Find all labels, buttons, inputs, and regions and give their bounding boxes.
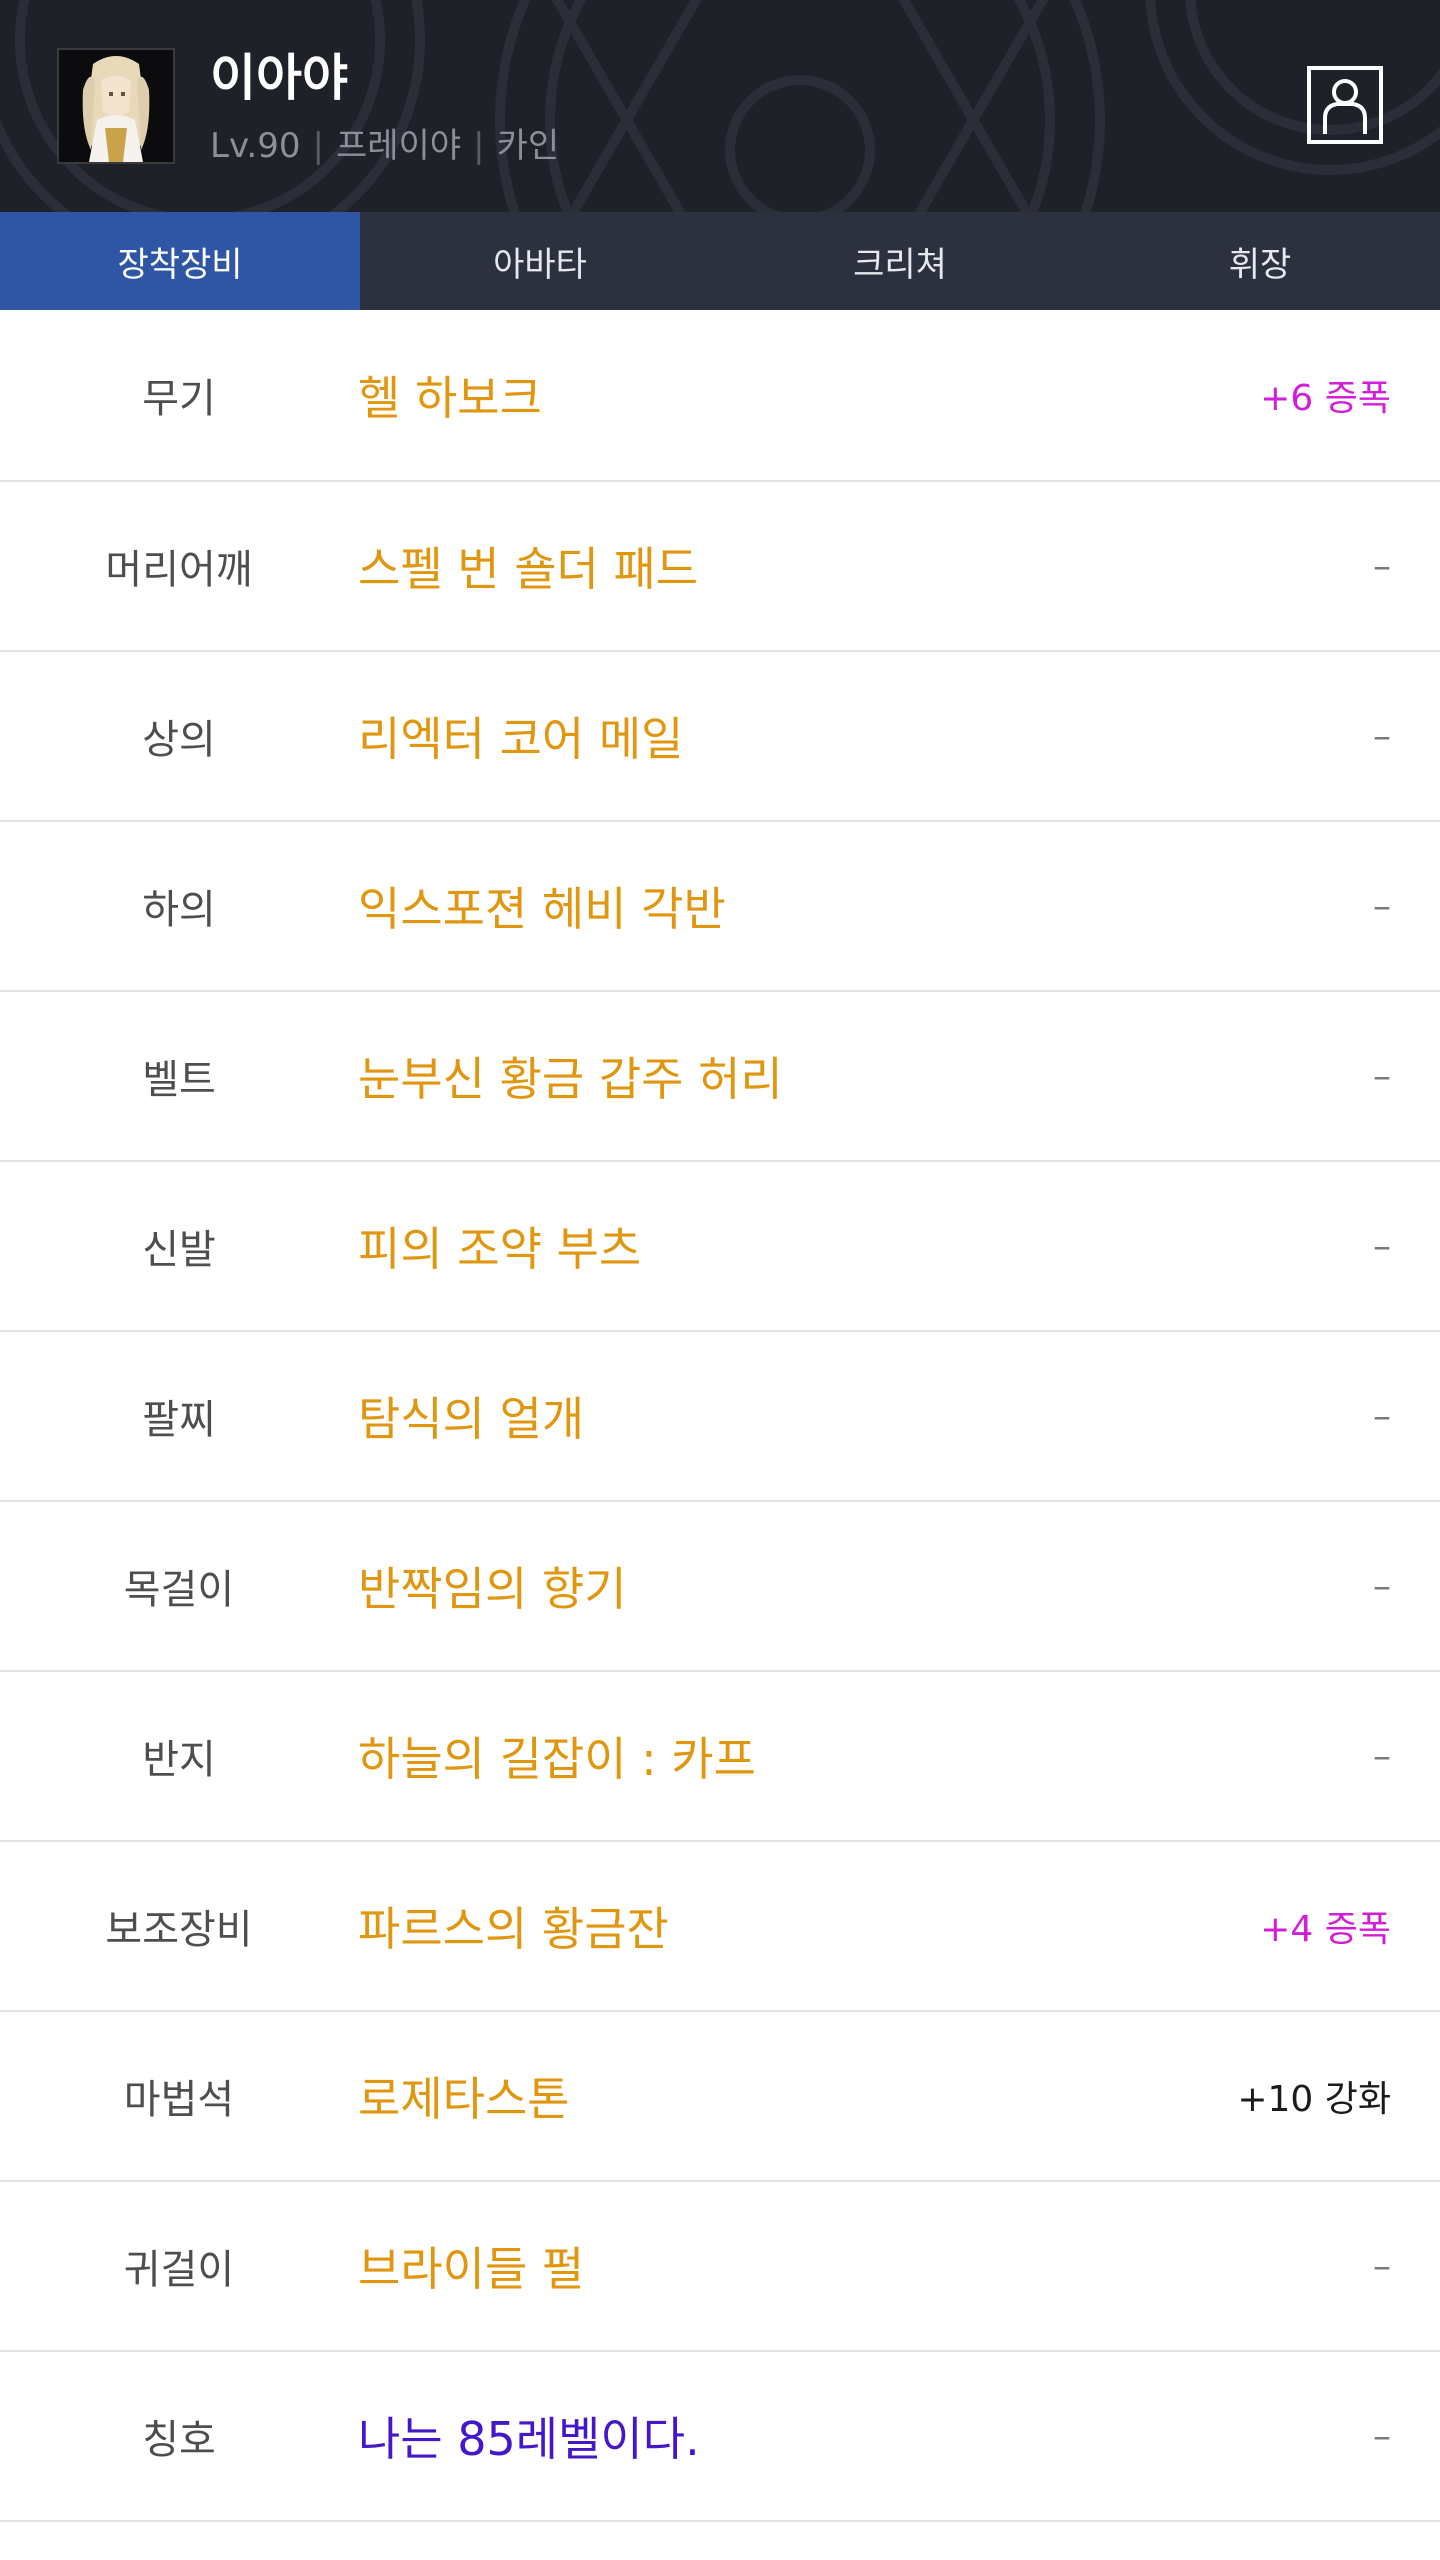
enhancement-value: – [1373,1395,1391,1437]
enhancement-value: – [1373,1055,1391,1097]
enhancement-value: – [1373,1225,1391,1267]
item-name: 브라이들 펄 [358,2242,585,2296]
slot-label: 마법석 [123,2077,235,2123]
item-name: 피의 조약 부츠 [358,1222,642,1276]
profile-button[interactable] [1307,66,1383,144]
equipment-row-subweapon[interactable]: 보조장비 파르스의 황금잔 +4 증폭 [0,1842,1440,2012]
item-name: 파르스의 황금잔 [358,1902,669,1956]
equipment-row-ring[interactable]: 반지 하늘의 길잡이 : 카프 – [0,1672,1440,1842]
equipment-row-title[interactable]: 칭호 나는 85레벨이다. – [0,2352,1440,2522]
item-name: 스펠 번 숄더 패드 [358,542,699,596]
character-name: 이아야 [210,49,348,107]
equipment-tabs: 장착장비 아바타 크리쳐 휘장 [0,212,1440,310]
enhancement-value: – [1373,885,1391,927]
enhancement-value: +10 강화 [1237,2079,1391,2120]
person-icon [1323,79,1367,134]
equipment-row-bottom[interactable]: 하의 익스포젼 헤비 각반 – [0,822,1440,992]
slot-label: 하의 [142,887,216,933]
enhancement-value: – [1373,545,1391,587]
equipment-row-bracelet[interactable]: 팔찌 탐식의 얼개 – [0,1332,1440,1502]
slot-label: 머리어깨 [105,547,253,593]
item-name: 반짝임의 향기 [358,1562,627,1616]
equipment-row-necklace[interactable]: 목걸이 반짝임의 향기 – [0,1502,1440,1672]
slot-label: 무기 [142,376,216,422]
slot-label: 반지 [142,1737,216,1783]
meta-separator: | [473,126,485,166]
equipment-row-magic-stone[interactable]: 마법석 로제타스톤 +10 강화 [0,2012,1440,2182]
equipment-row-belt[interactable]: 벨트 눈부신 황금 갑주 허리 – [0,992,1440,1162]
tab-avatar[interactable]: 아바타 [360,212,720,310]
tab-emblem[interactable]: 휘장 [1080,212,1440,310]
slot-label: 목걸이 [123,1567,235,1613]
equipment-row-shoulder[interactable]: 머리어깨 스펠 번 숄더 패드 – [0,482,1440,652]
enhancement-value: – [1373,1735,1391,1777]
slot-label: 보조장비 [105,1907,253,1953]
meta-separator: | [312,126,324,166]
amplify-badge: +4 증폭 [1260,1909,1391,1950]
character-meta: Lv.90 | 프레이야 | 카인 [210,118,559,167]
tab-equipped[interactable]: 장착장비 [0,212,360,310]
slot-label: 신발 [142,1227,216,1273]
slot-label: 팔찌 [142,1397,216,1443]
item-name: 하늘의 길잡이 : 카프 [358,1732,756,1786]
slot-label: 귀걸이 [123,2247,235,2293]
equipment-row-top[interactable]: 상의 리엑터 코어 메일 – [0,652,1440,822]
amplify-badge: +6 증폭 [1260,378,1391,419]
slot-label: 벨트 [142,1057,216,1103]
character-portrait [57,48,175,164]
enhancement-value: – [1373,2415,1391,2457]
item-name: 눈부신 황금 갑주 허리 [358,1052,783,1106]
item-name: 탐식의 얼개 [358,1392,585,1446]
item-name: 헬 하보크 [358,371,542,425]
item-name: 리엑터 코어 메일 [358,712,684,766]
character-level: Lv.90 [210,126,301,166]
equipment-row-shoes[interactable]: 신발 피의 조약 부츠 – [0,1162,1440,1332]
enhancement-value: – [1373,715,1391,757]
slot-label: 상의 [142,717,216,763]
character-header: 이아야 Lv.90 | 프레이야 | 카인 [0,0,1440,212]
enhancement-value: – [1373,1565,1391,1607]
item-name: 나는 85레벨이다. [358,2412,700,2466]
slot-label: 칭호 [142,2417,216,2463]
equipment-row-earring[interactable]: 귀걸이 브라이들 펄 – [0,2182,1440,2352]
tab-creature[interactable]: 크리쳐 [720,212,1080,310]
enhancement-value: – [1373,2245,1391,2287]
character-job: 프레이야 [335,126,462,166]
character-server: 카인 [496,126,560,166]
equipment-list: 무기 헬 하보크 +6 증폭 머리어깨 스펠 번 숄더 패드 – 상의 리엑터 … [0,310,1440,2522]
equipment-row-weapon[interactable]: 무기 헬 하보크 +6 증폭 [0,310,1440,482]
item-name: 익스포젼 헤비 각반 [358,882,726,936]
item-name: 로제타스톤 [358,2072,570,2126]
